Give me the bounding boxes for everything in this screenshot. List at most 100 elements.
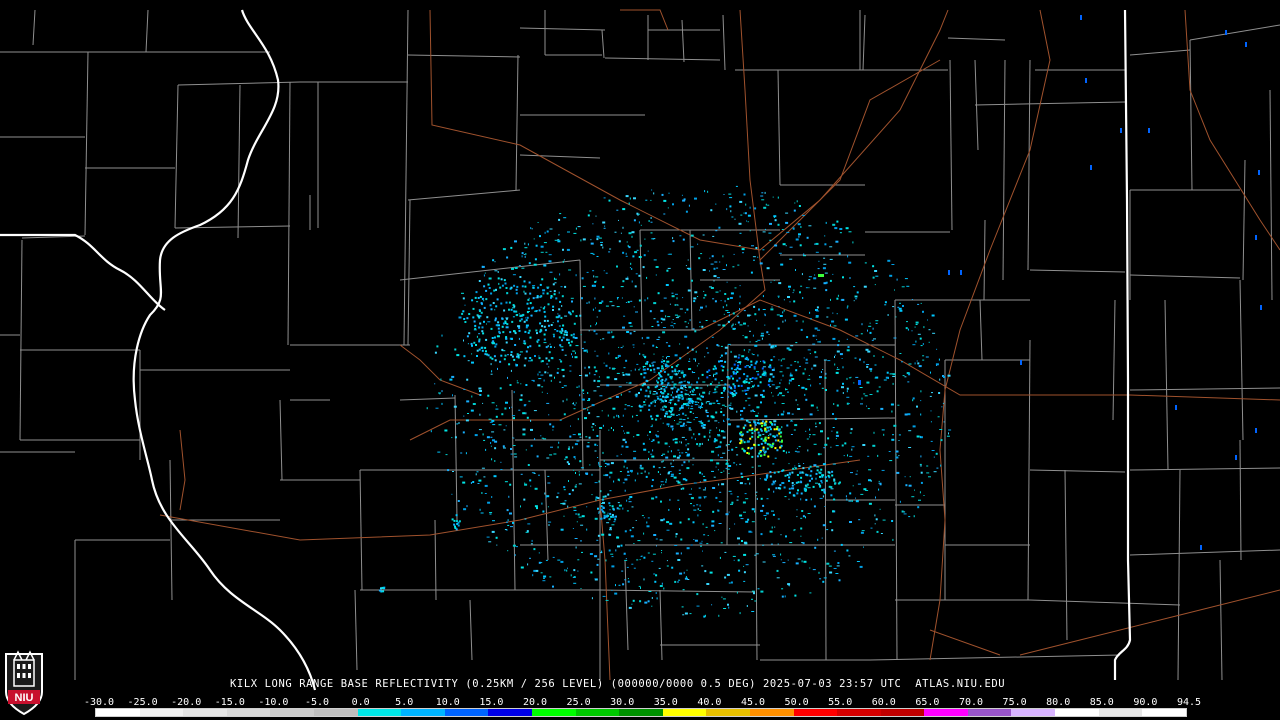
radar-echo [826,529,829,531]
radar-echo [850,428,853,431]
radar-echo [527,307,530,310]
radar-echo [549,228,553,230]
radar-echo [688,421,692,423]
radar-echo [674,438,678,441]
radar-echo [698,402,700,404]
radar-echo [767,488,770,491]
radar-echo [890,403,894,406]
radar-echo [732,383,735,386]
radar-echo [939,429,943,430]
radar-echo [852,485,854,487]
radar-echo [613,416,615,419]
radar-echo [687,352,689,354]
radar-echo [669,303,671,305]
radar-echo [666,356,667,359]
radar-echo [639,467,642,469]
radar-echo [808,467,811,470]
radar-echo [540,360,542,363]
radar-echo [836,389,839,392]
radar-echo [583,341,586,343]
radar-echo [596,435,599,437]
radar-echo [512,415,516,417]
radar-echo [640,587,641,589]
radar-echo [512,521,514,524]
radar-echo [537,384,541,387]
radar-echo [675,552,679,555]
radar-echo [500,302,503,305]
radar-echo [719,356,721,358]
radar-echo [655,274,657,276]
radar-echo [676,390,678,393]
radar-echo [800,481,803,484]
radar-echo [688,429,692,431]
radar-echo [772,345,775,348]
radar-echo [461,312,464,315]
radar-echo [581,297,583,300]
radar-echo [617,297,619,300]
radar-echo [525,319,528,322]
radar-echo [663,484,665,486]
radar-echo [693,419,695,421]
radar-echo [622,345,624,347]
radar-echo [1258,170,1260,175]
radar-echo [622,251,625,254]
radar-echo [789,258,793,260]
radar-echo [803,463,805,464]
radar-echo [626,331,630,333]
radar-echo [762,295,764,298]
radar-echo [576,521,578,523]
radar-echo [532,306,535,309]
radar-echo [759,381,762,384]
radar-echo [581,551,583,553]
radar-echo [651,479,654,481]
radar-echo [849,277,851,279]
radar-echo [810,404,814,407]
radar-echo [733,386,736,389]
radar-echo [607,414,609,417]
radar-echo [754,394,758,397]
radar-echo [653,302,657,305]
radar-echo [694,197,697,200]
radar-echo [731,324,734,326]
radar-echo [558,291,560,294]
radar-echo [683,403,686,406]
radar-echo [690,503,692,505]
radar-echo [787,296,790,298]
radar-echo [690,234,694,237]
radar-echo [907,381,910,383]
radar-echo [550,296,552,299]
radar-echo [580,239,582,242]
radar-echo [557,320,559,323]
radar-echo [602,451,604,454]
radar-echo [846,402,849,405]
radar-echo [839,232,842,234]
radar-echo [599,395,603,397]
radar-echo [786,347,790,350]
radar-echo [795,238,799,241]
radar-echo [627,470,630,473]
radar-echo [628,391,631,393]
radar-echo [788,463,790,465]
radar-echo [605,599,609,601]
radar-echo [741,433,744,436]
radar-echo [497,271,499,273]
radar-echo [678,372,679,374]
radar-echo [479,295,482,298]
radar-echo [697,508,699,511]
radar-echo [598,461,600,464]
radar-echo [849,492,852,495]
radar-echo [504,481,508,483]
radar-echo [616,209,619,211]
radar-echo [846,338,848,340]
radar-echo [582,347,584,349]
radar-echo [823,577,827,579]
radar-echo [608,397,612,399]
radar-echo [692,402,694,404]
radar-echo [579,394,581,397]
radar-echo [493,336,496,339]
radar-echo [718,509,720,512]
radar-echo [740,214,743,216]
radar-echo [777,196,779,199]
radar-echo [814,546,817,549]
radar-echo [767,204,770,206]
